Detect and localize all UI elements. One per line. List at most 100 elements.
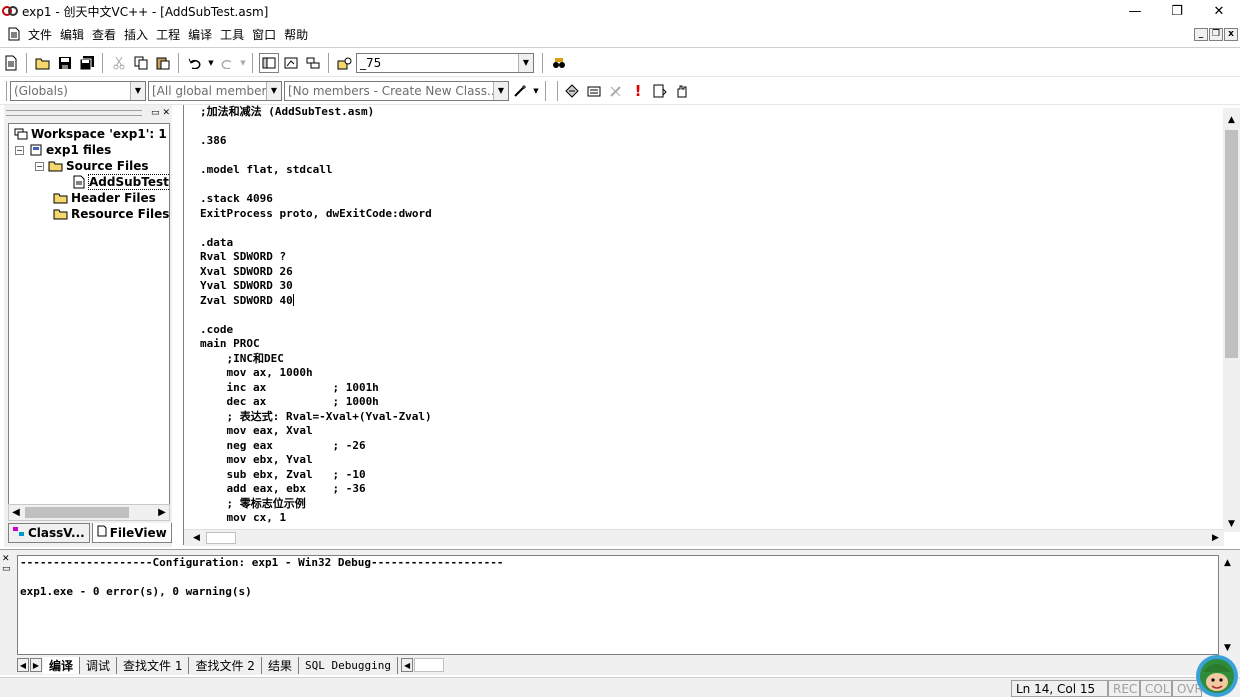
scroll-down-icon[interactable]: ▼: [1223, 515, 1240, 532]
code-line[interactable]: inc ax ; 1001h: [200, 381, 1220, 396]
find-combo[interactable]: _75 ▼: [356, 52, 534, 73]
new-text-file-icon[interactable]: [1, 53, 21, 73]
code-line[interactable]: mov ebx, Yval: [200, 453, 1220, 468]
tab-debug[interactable]: 调试: [80, 656, 118, 674]
menu-view[interactable]: 查看: [88, 26, 120, 43]
class-combo[interactable]: (Globals) ▼: [10, 80, 146, 101]
paste-icon[interactable]: [153, 53, 173, 73]
tree-item-resource-files[interactable]: Resource Files: [53, 206, 169, 222]
collapse-icon[interactable]: −: [15, 145, 24, 155]
menu-window[interactable]: 窗口: [248, 26, 280, 43]
code-line[interactable]: ExitProcess proto, dwExitCode:dword: [200, 207, 1220, 222]
redo-icon[interactable]: [217, 53, 237, 73]
code-text[interactable]: ;加法和减法 (AddSubTest.asm) .386 .model flat, …: [200, 105, 1220, 529]
chevron-down-icon[interactable]: ▼: [518, 53, 533, 72]
code-line[interactable]: ; 零标志位示例: [200, 497, 1220, 512]
code-line[interactable]: .386: [200, 134, 1220, 149]
code-line[interactable]: mov eax, Xval: [200, 424, 1220, 439]
tab-scroll-left-icon[interactable]: ◀: [17, 658, 29, 672]
build-icon[interactable]: [584, 81, 604, 101]
tab-scroll-left-icon[interactable]: ◀: [401, 658, 414, 672]
mdi-close-button[interactable]: x: [1224, 28, 1238, 41]
scroll-left-icon[interactable]: ◀: [9, 505, 23, 520]
wizard-action-icon[interactable]: [510, 81, 530, 101]
code-line[interactable]: Xval SDWORD 26: [200, 265, 1220, 280]
tab-classview[interactable]: ClassV...: [8, 523, 90, 543]
editor-hscrollbar[interactable]: ◀ ▶: [184, 529, 1224, 546]
execute-icon[interactable]: !: [628, 81, 648, 101]
menu-tools[interactable]: 工具: [216, 26, 248, 43]
undo-icon[interactable]: [185, 53, 205, 73]
code-line[interactable]: mov ax, 1000h: [200, 366, 1220, 381]
code-line[interactable]: add eax, ebx ; -36: [200, 482, 1220, 497]
open-folder-icon[interactable]: [33, 53, 53, 73]
tab-find-in-files-1[interactable]: 查找文件 1: [117, 656, 190, 674]
scroll-right-icon[interactable]: ▶: [155, 505, 169, 520]
scroll-up-icon[interactable]: ▲: [1223, 111, 1240, 128]
breakpoint-hand-icon[interactable]: [672, 81, 692, 101]
members-combo[interactable]: [No members - Create New Class...] ▼: [284, 80, 509, 101]
tree-item-project[interactable]: − exp1 files: [15, 142, 111, 158]
menu-help[interactable]: 帮助: [280, 26, 312, 43]
minimize-button[interactable]: —: [1114, 0, 1156, 22]
redo-dropdown-icon[interactable]: ▼: [239, 53, 247, 73]
tree-item-addsubtest[interactable]: AddSubTest.a: [71, 174, 169, 190]
code-line[interactable]: ; 表达式: Rval=-Xval+(Yval-Zval): [200, 410, 1220, 425]
panel-dock-icon[interactable]: ▭: [151, 108, 160, 118]
workspace-hscrollbar[interactable]: ◀ ▶: [8, 504, 170, 521]
close-button[interactable]: ✕: [1198, 0, 1240, 22]
scroll-left-icon[interactable]: ◀: [188, 530, 205, 546]
tree-item-header-files[interactable]: Header Files: [53, 190, 156, 206]
wizard-dropdown-icon[interactable]: ▼: [532, 81, 540, 101]
code-line[interactable]: Zval SDWORD 40: [200, 293, 1220, 309]
output-hscroll-thumb[interactable]: [414, 658, 445, 672]
find-in-files-icon[interactable]: [335, 53, 355, 73]
code-line[interactable]: .data: [200, 236, 1220, 251]
code-line[interactable]: [200, 149, 1220, 164]
document-icon[interactable]: [8, 27, 22, 43]
mdi-restore-button[interactable]: ❐: [1209, 28, 1223, 41]
menu-build[interactable]: 编译: [184, 26, 216, 43]
workspace-toggle-icon[interactable]: [259, 52, 279, 73]
code-line[interactable]: [200, 221, 1220, 236]
panel-close-icon[interactable]: ✕: [2, 554, 14, 564]
avatar[interactable]: [1194, 652, 1240, 697]
code-line[interactable]: main PROC: [200, 337, 1220, 352]
tab-sql-debugging[interactable]: SQL Debugging: [299, 656, 399, 674]
code-line[interactable]: ;INC和DEC: [200, 352, 1220, 367]
code-editor[interactable]: ;加法和减法 (AddSubTest.asm) .386 .model flat, …: [183, 105, 1240, 546]
code-line[interactable]: sub ebx, Zval ; -10: [200, 468, 1220, 483]
scroll-thumb[interactable]: [1225, 130, 1238, 358]
tab-find-in-files-2[interactable]: 查找文件 2: [189, 656, 262, 674]
panel-dock-icon[interactable]: ▭: [2, 564, 14, 574]
menu-edit[interactable]: 编辑: [56, 26, 88, 43]
chevron-down-icon[interactable]: ▼: [266, 81, 281, 100]
tab-build[interactable]: 编译: [43, 656, 81, 674]
output-text[interactable]: --------------------Configuration: exp1 …: [17, 555, 1219, 655]
tab-scroll-right-icon[interactable]: ▶: [30, 658, 42, 672]
code-line[interactable]: mov cx, 1: [200, 511, 1220, 526]
tree-item-source-files[interactable]: − Source Files: [35, 158, 148, 174]
scroll-thumb[interactable]: [25, 507, 129, 518]
code-line[interactable]: .model flat, stdcall: [200, 163, 1220, 178]
editor-vscrollbar[interactable]: ▲ ▼: [1223, 108, 1240, 532]
menu-insert[interactable]: 插入: [120, 26, 152, 43]
stop-build-icon[interactable]: [606, 81, 626, 101]
mdi-minimize-button[interactable]: _: [1194, 28, 1208, 41]
menu-file[interactable]: 文件: [24, 26, 56, 43]
cut-icon[interactable]: [109, 53, 129, 73]
window-list-icon[interactable]: [303, 53, 323, 73]
code-line[interactable]: [200, 178, 1220, 193]
chevron-down-icon[interactable]: ▼: [493, 81, 508, 100]
code-line[interactable]: [200, 308, 1220, 323]
code-line[interactable]: dec ax ; 1000h: [200, 395, 1220, 410]
scroll-right-icon[interactable]: ▶: [1207, 530, 1224, 546]
scroll-thumb[interactable]: [206, 532, 236, 544]
code-line[interactable]: [200, 120, 1220, 135]
go-icon[interactable]: [650, 81, 670, 101]
collapse-icon[interactable]: −: [35, 161, 44, 171]
compile-icon[interactable]: [562, 81, 582, 101]
save-all-icon[interactable]: [77, 53, 97, 73]
code-line[interactable]: Rval SDWORD ?: [200, 250, 1220, 265]
copy-icon[interactable]: [131, 53, 151, 73]
